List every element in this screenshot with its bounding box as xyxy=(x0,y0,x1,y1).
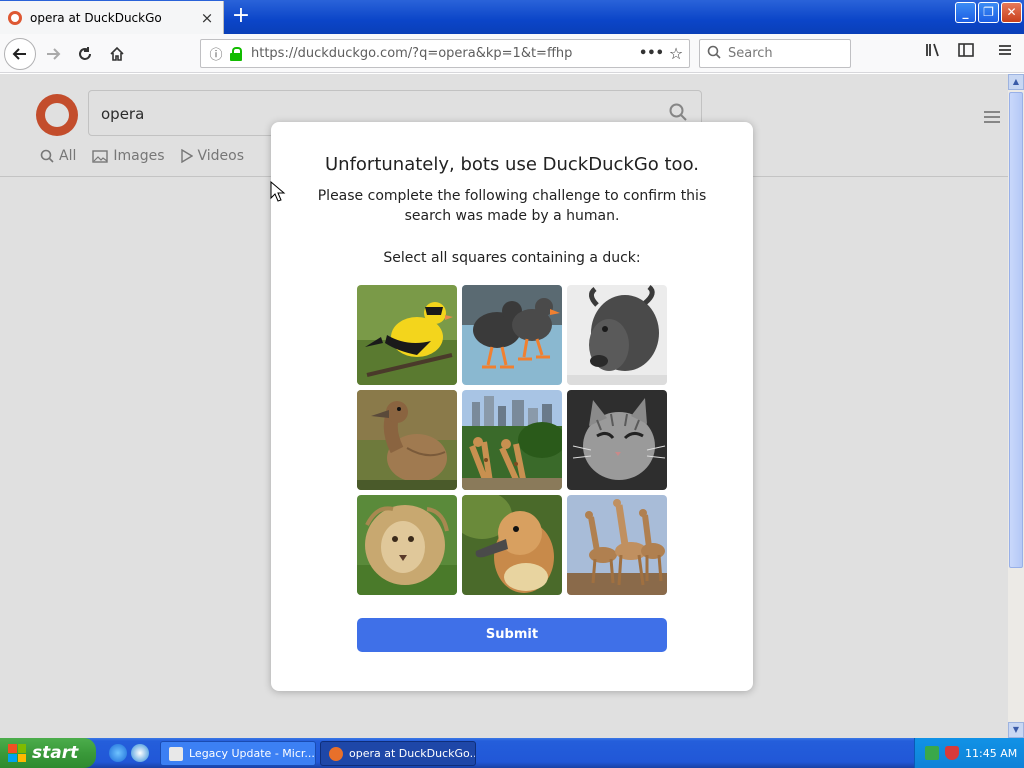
scroll-down-arrow-icon[interactable]: ▼ xyxy=(1008,722,1024,738)
quick-launch-icon[interactable] xyxy=(131,744,149,762)
windows-flag-icon xyxy=(8,744,26,762)
challenge-tile-bison[interactable] xyxy=(567,285,667,385)
library-button[interactable] xyxy=(922,42,946,66)
lock-icon xyxy=(229,46,245,61)
start-label: start xyxy=(32,743,79,763)
legacy-update-icon xyxy=(169,746,183,761)
browser-tab-bar: opera at DuckDuckGo × + _ ❐ ✕ xyxy=(0,0,1024,34)
mouse-cursor-icon xyxy=(270,181,286,202)
sidebar-toggle-button[interactable] xyxy=(954,42,978,66)
taskbar-item-legacy-update[interactable]: Legacy Update - Micr... xyxy=(160,741,316,766)
bot-challenge-modal: Unfortunately, bots use DuckDuckGo too. … xyxy=(271,122,753,691)
task-label: Legacy Update - Micr... xyxy=(189,747,315,760)
taskbar-item-firefox[interactable]: opera at DuckDuckGo.... xyxy=(320,741,476,766)
system-tray: 11:45 AM xyxy=(914,738,1024,768)
home-button[interactable] xyxy=(102,39,132,69)
duckduckgo-favicon-icon xyxy=(8,10,22,25)
browser-search-box[interactable]: Search xyxy=(699,39,851,68)
windows-taskbar: start Legacy Update - Micr... opera at D… xyxy=(0,738,1024,768)
tab-title: opera at DuckDuckGo xyxy=(30,10,162,25)
library-icon xyxy=(926,43,939,57)
challenge-tile-cat[interactable] xyxy=(567,390,667,490)
task-label: opera at DuckDuckGo.... xyxy=(349,747,476,760)
challenge-prompt: Select all squares containing a duck: xyxy=(383,250,641,266)
challenge-tile-duckling[interactable] xyxy=(462,495,562,595)
challenge-tile-goldfinch[interactable] xyxy=(357,285,457,385)
tab-close-icon[interactable]: × xyxy=(197,9,217,27)
site-info-icon[interactable]: ⓘ xyxy=(205,44,227,63)
challenge-tile-lion[interactable] xyxy=(357,495,457,595)
clock[interactable]: 11:45 AM xyxy=(965,747,1017,760)
reload-icon xyxy=(79,47,91,60)
internet-explorer-icon[interactable] xyxy=(109,744,127,762)
back-arrow-icon xyxy=(12,48,26,60)
challenge-tile-brown-duck[interactable] xyxy=(357,390,457,490)
navigation-toolbar: ⓘ https://duckduckgo.com/?q=opera&kp=1&t… xyxy=(0,34,1024,73)
minimize-button[interactable]: _ xyxy=(955,2,976,23)
challenge-tile-giraffes[interactable] xyxy=(567,495,667,595)
window-controls: _ ❐ ✕ xyxy=(955,2,1022,23)
scroll-thumb[interactable] xyxy=(1009,92,1023,568)
menu-button[interactable] xyxy=(993,42,1017,66)
restore-button[interactable]: ❐ xyxy=(978,2,999,23)
submit-button[interactable]: Submit xyxy=(357,618,667,652)
bookmark-star-icon[interactable]: ☆ xyxy=(663,44,689,63)
modal-subtitle: Please complete the following challenge … xyxy=(317,188,707,224)
reload-button[interactable] xyxy=(70,39,100,69)
forward-button[interactable] xyxy=(38,39,68,69)
start-button[interactable]: start xyxy=(0,738,96,768)
search-placeholder: Search xyxy=(728,46,773,61)
network-icon[interactable] xyxy=(925,746,939,760)
firefox-icon xyxy=(329,746,343,761)
forward-arrow-icon xyxy=(47,48,61,60)
page-actions-button[interactable]: ••• xyxy=(639,46,664,61)
home-icon xyxy=(110,46,124,61)
security-shield-icon[interactable] xyxy=(945,746,959,760)
sidebar-icon xyxy=(958,43,974,57)
new-tab-button[interactable]: + xyxy=(228,4,254,30)
challenge-tile-ducks-blue[interactable] xyxy=(462,285,562,385)
close-window-button[interactable]: ✕ xyxy=(1001,2,1022,23)
search-icon xyxy=(700,45,728,63)
back-button[interactable] xyxy=(4,38,36,70)
challenge-image-grid xyxy=(357,285,667,595)
hamburger-menu-icon xyxy=(999,45,1011,55)
scroll-up-arrow-icon[interactable]: ▲ xyxy=(1008,74,1024,90)
browser-tab[interactable]: opera at DuckDuckGo × xyxy=(0,1,224,34)
url-text[interactable]: https://duckduckgo.com/?q=opera&kp=1&t=f… xyxy=(251,46,639,61)
challenge-tile-giraffes-city[interactable] xyxy=(462,390,562,490)
page-scrollbar[interactable]: ▲ ▼ xyxy=(1008,74,1024,738)
url-bar[interactable]: ⓘ https://duckduckgo.com/?q=opera&kp=1&t… xyxy=(200,39,690,68)
modal-title: Unfortunately, bots use DuckDuckGo too. xyxy=(325,154,699,175)
